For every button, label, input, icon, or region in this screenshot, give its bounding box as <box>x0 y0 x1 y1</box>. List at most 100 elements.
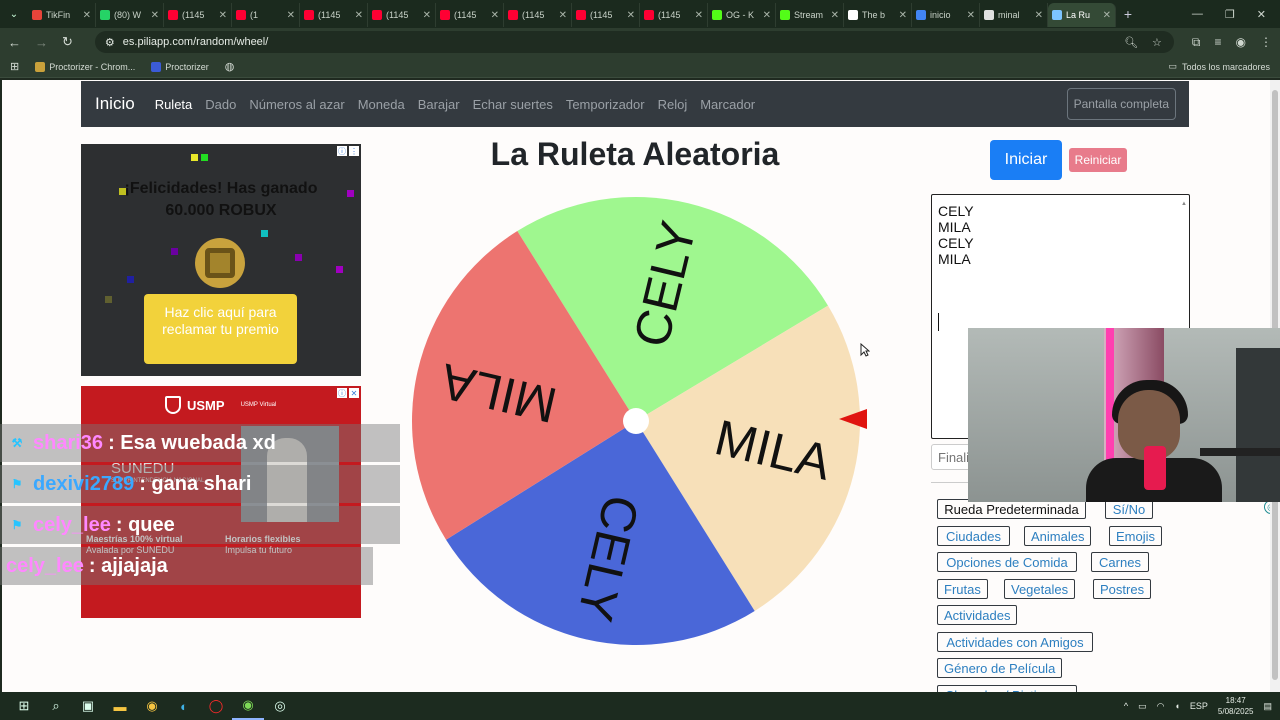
ad-choices[interactable]: ⓘ ⋮ <box>337 146 359 156</box>
forward-arrow-icon[interactable]: → <box>35 35 48 50</box>
nav-link-temporizador[interactable]: Temporizador <box>566 97 645 112</box>
extensions-icon[interactable]: ⧉ <box>1192 35 1201 50</box>
tab-close-icon[interactable]: ✕ <box>1103 10 1111 21</box>
browser-tab[interactable]: Stream ✕ <box>776 3 844 27</box>
bookmark-proctorizer[interactable]: Proctorizer <box>151 61 209 72</box>
chrome-icon[interactable]: ◉ <box>136 692 168 720</box>
ad-menu-icon[interactable]: ⋮ <box>349 146 359 156</box>
tab-close-icon[interactable]: ✕ <box>151 10 159 21</box>
browser-tab[interactable]: (1145 ✕ <box>164 3 232 27</box>
preset-chip[interactable]: Actividades con Amigos <box>937 632 1093 652</box>
preset-chip[interactable]: Rueda Predeterminada <box>937 499 1086 519</box>
browser-tab[interactable]: (1145 ✕ <box>300 3 368 27</box>
tab-close-icon[interactable]: ✕ <box>899 10 907 21</box>
browser-tab[interactable]: (1145 ✕ <box>436 3 504 27</box>
tab-close-icon[interactable]: ✕ <box>559 10 567 21</box>
preset-chip[interactable]: Género de Película <box>937 658 1063 678</box>
volume-icon[interactable]: ◖ <box>1174 701 1179 711</box>
tab-close-icon[interactable]: ✕ <box>695 10 703 21</box>
obs-icon[interactable]: ◎ <box>264 692 296 720</box>
nav-link-moneda[interactable]: Moneda <box>358 97 405 112</box>
site-info-icon[interactable]: ⚙ <box>105 36 115 49</box>
edge-icon[interactable]: ◐ <box>168 692 200 720</box>
browser-tab[interactable]: (80) W ✕ <box>96 3 164 27</box>
preset-chip[interactable]: Animales <box>1024 526 1092 546</box>
textarea-scroll-up-icon[interactable]: ▲ <box>1181 196 1187 212</box>
tab-search-chevron-icon[interactable]: ⌄ <box>0 9 28 20</box>
nav-link-barajar[interactable]: Barajar <box>418 97 460 112</box>
nav-link-dado[interactable]: Dado <box>205 97 236 112</box>
tab-close-icon[interactable]: ✕ <box>355 10 363 21</box>
reset-button[interactable]: Reiniciar <box>1069 148 1127 172</box>
preset-chip[interactable]: Actividades <box>937 605 1018 625</box>
preset-chip[interactable]: Carnes <box>1091 552 1149 572</box>
back-arrow-icon[interactable]: ← <box>8 35 21 50</box>
all-bookmarks-folder[interactable]: ▭ Todos los marcadores <box>1168 61 1270 72</box>
globe-icon[interactable]: ◍ <box>225 60 235 73</box>
preset-chip[interactable]: Ciudades <box>937 526 1010 546</box>
task-view-icon[interactable]: ▣ <box>72 692 104 720</box>
network-icon[interactable]: ▭ <box>1138 701 1147 712</box>
restore-icon[interactable]: ❐ <box>1225 8 1235 21</box>
fullscreen-button[interactable]: Pantalla completa <box>1066 88 1176 120</box>
browser-tab[interactable]: OG - K ✕ <box>708 3 776 27</box>
tab-close-icon[interactable]: ✕ <box>1035 10 1043 21</box>
browser-tab[interactable]: The b ✕ <box>844 3 912 27</box>
profile-avatar-icon[interactable]: ◉ <box>1236 35 1246 50</box>
browser-tab[interactable]: inicio ✕ <box>912 3 980 27</box>
opera-icon[interactable]: ◯ <box>200 692 232 720</box>
tab-close-icon[interactable]: ✕ <box>423 10 431 21</box>
preset-chip[interactable]: Charadas / Pictionary <box>937 685 1077 692</box>
ad-info-icon[interactable]: ⓘ <box>337 388 347 398</box>
browser-tab[interactable]: La Ru ✕ <box>1048 3 1116 27</box>
nav-brand-link[interactable]: Inicio <box>95 94 135 114</box>
ad-close-icon[interactable]: ✕ <box>349 388 359 398</box>
ad-info-icon[interactable]: ⓘ <box>337 146 347 156</box>
apps-grid-icon[interactable]: ⊞ <box>10 60 19 73</box>
browser-tab[interactable]: minal ✕ <box>980 3 1048 27</box>
windows-start-icon[interactable]: ⊞ <box>8 692 40 720</box>
minimize-icon[interactable]: — <box>1192 8 1203 21</box>
bookmark-proctorizer-chrome[interactable]: Proctorizer - Chrom... <box>35 61 135 72</box>
zoom-icon[interactable]: 🔍︎ <box>1124 36 1138 49</box>
wifi-icon[interactable]: ◠ <box>1157 701 1165 712</box>
browser-tab[interactable]: TikFin ✕ <box>28 3 96 27</box>
ad-choices[interactable]: ⓘ ✕ <box>337 388 359 398</box>
nav-link-marcador[interactable]: Marcador <box>700 97 755 112</box>
start-button[interactable]: Iniciar <box>990 140 1062 180</box>
browser-tab[interactable]: (1145 ✕ <box>640 3 708 27</box>
clock[interactable]: 18:47 5/08/2025 <box>1218 695 1254 717</box>
tab-close-icon[interactable]: ✕ <box>627 10 635 21</box>
nav-link-numeros[interactable]: Números al azar <box>249 97 344 112</box>
robux-ad[interactable]: ⓘ ⋮ ¡Felicidades! Has ganado 60.000 ROBU… <box>81 144 361 376</box>
close-window-icon[interactable]: ✕ <box>1257 8 1266 21</box>
new-tab-plus-icon[interactable]: + <box>1116 6 1140 22</box>
wheel-hub[interactable] <box>623 408 649 434</box>
spin-wheel[interactable]: CELYMILACELYMILA <box>408 193 864 649</box>
url-bar[interactable]: ⚙ es.piliapp.com/random/wheel/ 🔍︎ ☆ <box>94 31 1174 53</box>
preset-chip[interactable]: Sí/No <box>1105 499 1153 519</box>
language-indicator[interactable]: ESP <box>1190 701 1208 711</box>
preset-chip[interactable]: Opciones de Comida <box>937 552 1077 572</box>
tab-close-icon[interactable]: ✕ <box>491 10 499 21</box>
tab-close-icon[interactable]: ✕ <box>287 10 295 21</box>
preset-chip[interactable]: Postres <box>1093 579 1152 599</box>
browser-tab[interactable]: (1145 ✕ <box>368 3 436 27</box>
tab-close-icon[interactable]: ✕ <box>763 10 771 21</box>
menu-kebab-icon[interactable]: ⋮ <box>1260 35 1272 50</box>
tab-close-icon[interactable]: ✕ <box>967 10 975 21</box>
nav-link-echar-suertes[interactable]: Echar suertes <box>473 97 553 112</box>
search-icon[interactable]: ⌕ <box>40 692 72 720</box>
reading-list-icon[interactable]: ≡ <box>1215 35 1222 50</box>
notifications-icon[interactable]: ▤ <box>1263 701 1272 712</box>
bookmark-star-icon[interactable]: ☆ <box>1152 36 1162 49</box>
file-explorer-icon[interactable]: ▬ <box>104 692 136 720</box>
nav-link-reloj[interactable]: Reloj <box>658 97 688 112</box>
ad-claim-button[interactable]: Haz clic aquí para reclamar tu premio <box>144 294 297 364</box>
tray-chevron-icon[interactable]: ^ <box>1124 701 1128 711</box>
preset-chip[interactable]: Vegetales <box>1004 579 1076 599</box>
reload-icon[interactable]: ↻ <box>62 34 73 50</box>
tab-close-icon[interactable]: ✕ <box>83 10 91 21</box>
chrome-active-icon[interactable]: ◉ <box>232 692 264 720</box>
tab-close-icon[interactable]: ✕ <box>831 10 839 21</box>
